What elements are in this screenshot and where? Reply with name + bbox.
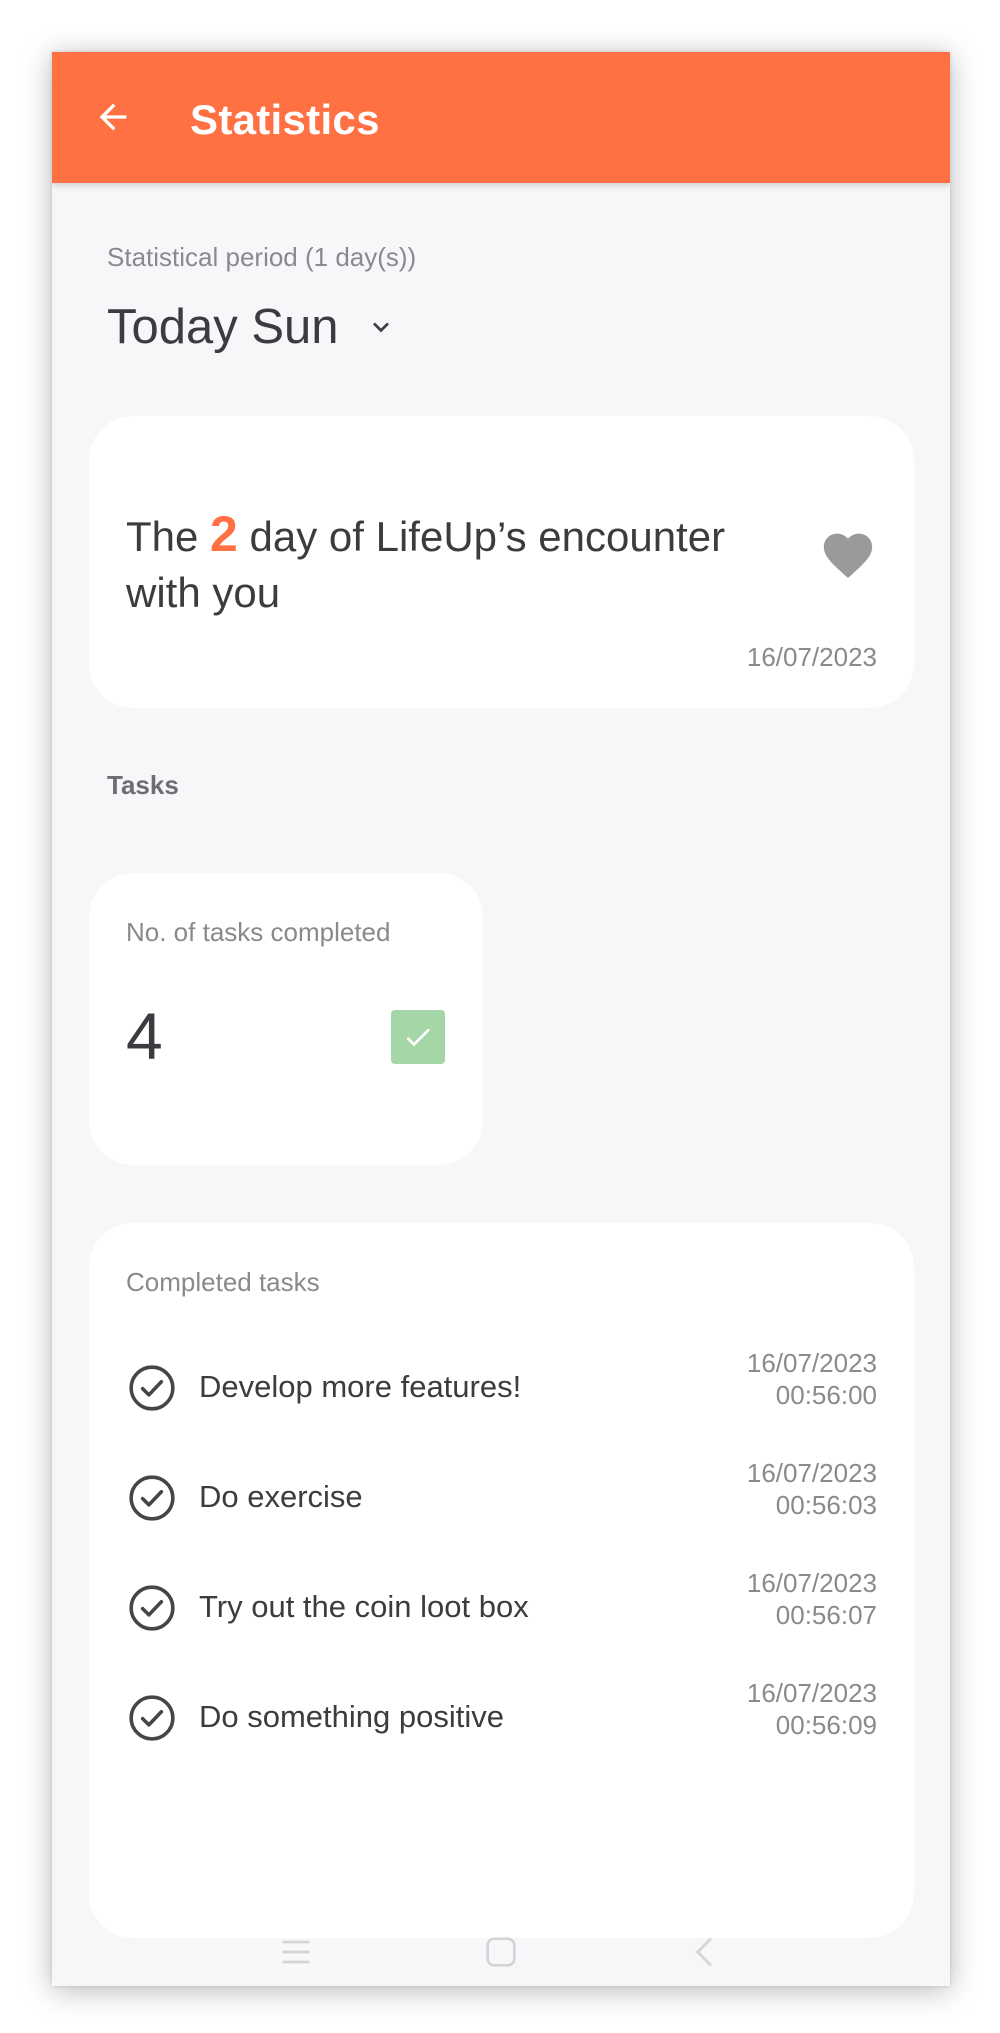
- task-timestamp: 16/07/2023 00:56:03: [747, 1457, 877, 1521]
- tasks-completed-card[interactable]: No. of tasks completed 4: [89, 873, 483, 1165]
- back-icon[interactable]: [686, 1932, 726, 1972]
- home-icon[interactable]: [481, 1932, 521, 1972]
- encounter-card: The 2 day of LifeUp’s encounter with you…: [89, 416, 914, 708]
- back-button[interactable]: [88, 92, 138, 142]
- system-nav-bar: [52, 1918, 950, 1986]
- task-name: Develop more features!: [199, 1369, 522, 1404]
- heart-icon[interactable]: [819, 526, 877, 580]
- encounter-text-before: The: [126, 513, 211, 560]
- chevron-down-icon: [365, 311, 397, 343]
- arrow-left-icon: [99, 103, 127, 131]
- task-timestamp: 16/07/2023 00:56:09: [747, 1677, 877, 1741]
- task-timestamp: 16/07/2023 00:56:00: [747, 1347, 877, 1411]
- task-name: Try out the coin loot box: [199, 1589, 529, 1624]
- completed-tasks-label: Completed tasks: [126, 1267, 320, 1297]
- check-circle-icon: [129, 1695, 175, 1741]
- menu-icon[interactable]: [276, 1932, 316, 1972]
- check-circle-icon: [129, 1585, 175, 1631]
- task-name: Do exercise: [199, 1479, 363, 1514]
- task-time: 00:56:00: [775, 1380, 877, 1410]
- tasks-section-title: Tasks: [107, 770, 179, 800]
- encounter-day-number: 2: [210, 506, 238, 562]
- period-value: Today Sun: [107, 300, 339, 354]
- encounter-text: The 2 day of LifeUp’s encounter with you: [126, 506, 786, 621]
- task-time: 00:56:03: [775, 1490, 877, 1520]
- task-date: 16/07/2023: [746, 1678, 877, 1708]
- task-timestamp: 16/07/2023 00:56:07: [747, 1567, 877, 1631]
- check-circle-icon: [129, 1365, 175, 1411]
- tasks-completed-label: No. of tasks completed: [126, 917, 391, 947]
- page-title: Statistics: [190, 96, 380, 143]
- task-time: 00:56:07: [775, 1600, 877, 1630]
- phone-screen: Statistics Statistical period (1 day(s))…: [52, 52, 950, 1986]
- completed-tasks-card: Completed tasks Develop more features! 1…: [89, 1223, 914, 1938]
- task-row[interactable]: Do exercise 16/07/2023 00:56:03: [89, 1443, 914, 1553]
- task-date: 16/07/2023: [746, 1568, 877, 1598]
- period-dropdown[interactable]: Today Sun: [107, 297, 397, 357]
- task-row[interactable]: Do something positive 16/07/2023 00:56:09: [89, 1663, 914, 1773]
- app-bar: Statistics: [52, 52, 950, 183]
- task-date: 16/07/2023: [746, 1458, 877, 1488]
- encounter-date: 16/07/2023: [746, 642, 877, 672]
- task-row[interactable]: Try out the coin loot box 16/07/2023 00:5…: [89, 1553, 914, 1663]
- task-time: 00:56:09: [775, 1710, 877, 1740]
- task-date: 16/07/2023: [746, 1348, 877, 1378]
- task-row[interactable]: Develop more features! 16/07/2023 00:56:0…: [89, 1333, 914, 1443]
- task-name: Do something positive: [199, 1699, 504, 1734]
- tasks-completed-count: 4: [126, 999, 163, 1073]
- check-circle-icon: [129, 1475, 175, 1521]
- period-label: Statistical period (1 day(s)): [107, 242, 417, 272]
- check-square-icon: [391, 1010, 445, 1064]
